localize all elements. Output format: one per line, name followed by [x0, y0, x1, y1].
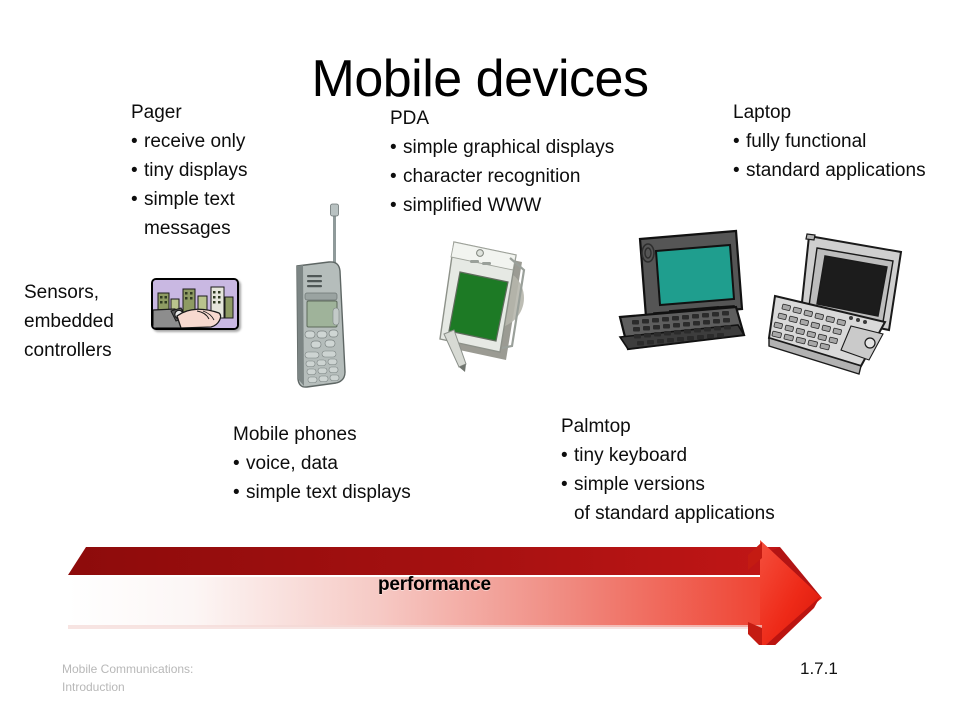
bullet-icon: • [561, 474, 568, 495]
laptop-device-image [612, 225, 748, 360]
bullet-icon: • [390, 195, 397, 216]
text-block-laptop: Laptop • fully functional • standard appli… [733, 98, 926, 185]
text-block-palmtop: Palmtop • tiny keyboard • simple versions … [561, 412, 775, 528]
footer-line-1: Mobile Communications: [62, 662, 194, 676]
list-item: of standard applications [561, 499, 775, 528]
bullet-icon: • [733, 131, 740, 152]
footer-line-2: Introduction [62, 680, 125, 694]
performance-label: performance [378, 574, 491, 595]
list-item: • voice, data [233, 449, 411, 478]
bullet-icon: • [390, 166, 397, 187]
bullet-icon: • [131, 160, 138, 181]
bullet-list-palmtop: • tiny keyboard • simple versions of stand… [561, 441, 775, 528]
list-item-label: voice, data [246, 453, 338, 474]
text-block-pager: Pager • receive only • tiny displays • simp… [131, 98, 248, 243]
bullet-icon: • [733, 160, 740, 181]
bullet-list-laptop: • fully functional • standard applications [733, 127, 926, 185]
list-item-label: tiny displays [144, 160, 248, 181]
bullet-list-mobile-phones: • voice, data • simple text displays [233, 449, 411, 507]
text-block-mobile-phones: Mobile phones • voice, data • simple text … [233, 420, 411, 507]
list-item-label: simple graphical displays [403, 137, 615, 158]
bullet-icon: • [561, 445, 568, 466]
pda-device-image [432, 228, 544, 376]
list-item: • simple text [131, 185, 248, 214]
sensors-line-3: controllers [24, 340, 112, 361]
palmtop-icon [767, 233, 903, 375]
sensors-clipart-icon [151, 278, 239, 330]
bullet-icon: • [131, 189, 138, 210]
pda-icon [439, 241, 526, 372]
slide-number: 1.7.1 [800, 659, 838, 678]
list-item: • simple text displays [233, 478, 411, 507]
block-heading-laptop: Laptop [733, 102, 792, 123]
list-item-label: standard applications [746, 160, 926, 181]
bullet-icon: • [390, 137, 397, 158]
list-item: • character recognition [390, 162, 614, 191]
palmtop-device-image [765, 226, 915, 376]
mobile-phone-device-image [283, 200, 367, 395]
mobile-phone-icon [296, 203, 346, 388]
list-item-label: of standard applications [574, 503, 775, 524]
footer-text: Mobile Communications: Introduction [62, 660, 193, 696]
list-item-label: messages [144, 218, 231, 239]
block-heading-pager: Pager [131, 102, 182, 123]
list-item: • simple versions [561, 470, 775, 499]
list-item-label: simple versions [574, 474, 705, 495]
laptop-icon [618, 229, 746, 351]
list-item-label: simplified WWW [403, 195, 542, 216]
hands-city-watch-icon [153, 280, 237, 328]
bullet-list-pager: • receive only • tiny displays • simple tex… [131, 127, 248, 243]
block-heading-palmtop: Palmtop [561, 416, 631, 437]
list-item: • standard applications [733, 156, 926, 185]
list-item: • receive only [131, 127, 248, 156]
list-item: • tiny keyboard [561, 441, 775, 470]
text-block-sensors: Sensors, embedded controllers [24, 278, 114, 365]
list-item-label: simple text [144, 189, 235, 210]
list-item-label: character recognition [403, 166, 581, 187]
slide-canvas: Mobile devices Pager • receive only • tiny… [0, 0, 960, 720]
list-item: • tiny displays [131, 156, 248, 185]
list-item-label: receive only [144, 131, 246, 152]
block-heading-pda: PDA [390, 108, 430, 129]
list-item: • fully functional [733, 127, 926, 156]
bullet-icon: • [233, 453, 240, 474]
block-heading-mobile-phones: Mobile phones [233, 424, 357, 445]
sensors-line-1: Sensors, [24, 282, 99, 303]
list-item-label: tiny keyboard [574, 445, 688, 466]
list-item-label: fully functional [746, 131, 867, 152]
bullet-icon: • [233, 482, 240, 503]
list-item: • simple graphical displays [390, 133, 614, 162]
list-item-label: simple text displays [246, 482, 411, 503]
sensors-line-2: embedded [24, 311, 114, 332]
bullet-icon: • [131, 131, 138, 152]
list-item: • simplified WWW [390, 191, 614, 220]
text-block-pda: PDA • simple graphical displays • characte… [390, 104, 614, 220]
list-item: messages [131, 214, 248, 243]
bullet-list-pda: • simple graphical displays • character re… [390, 133, 614, 220]
